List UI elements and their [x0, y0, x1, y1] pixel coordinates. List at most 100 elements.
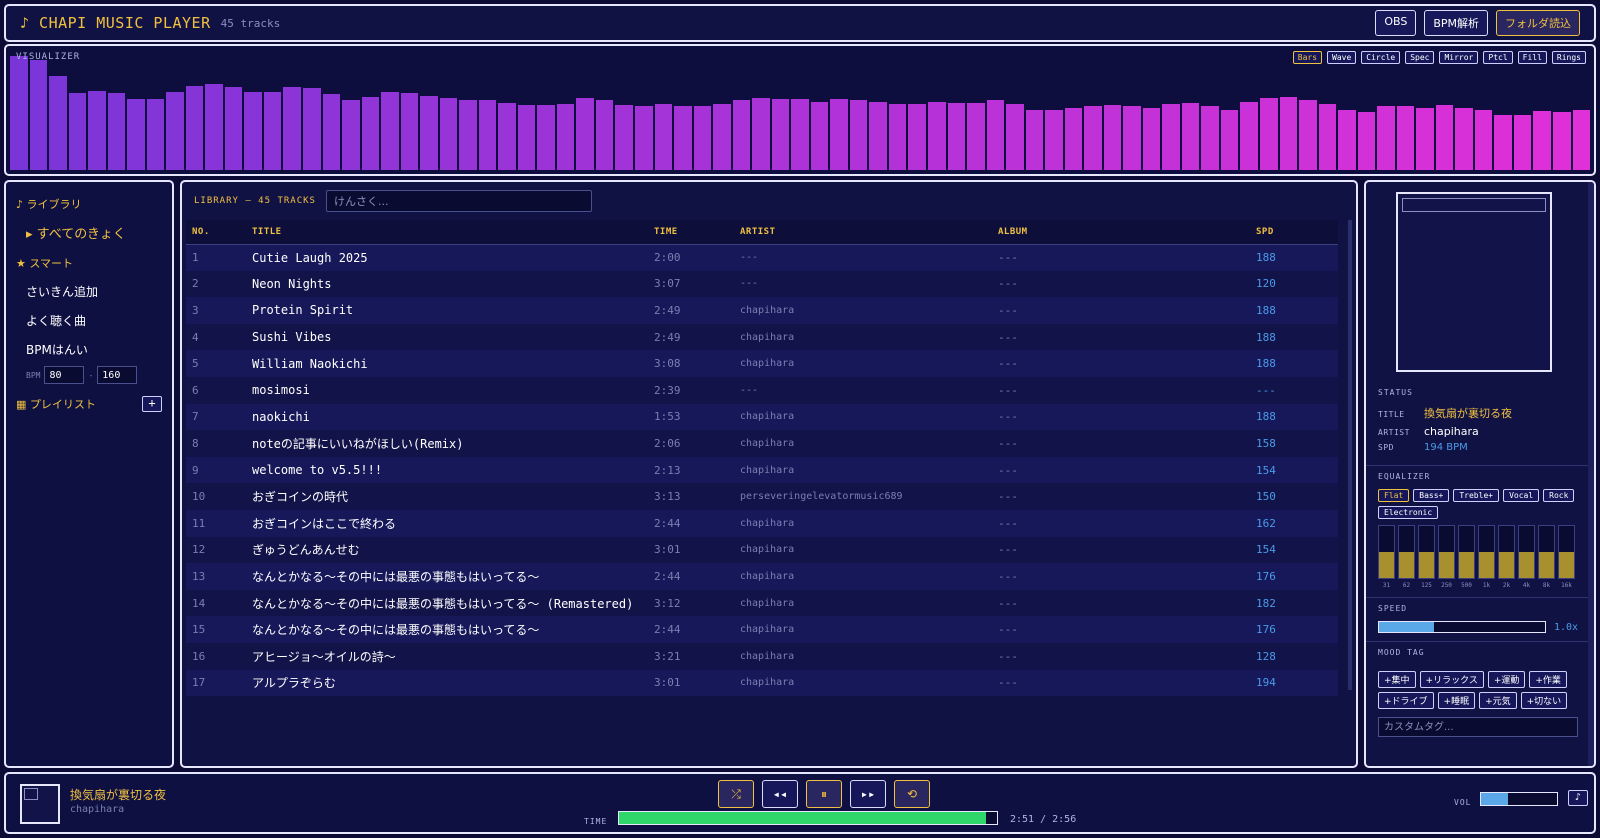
column-header-artist[interactable]: ARTIST [734, 220, 992, 244]
eq-band-slider[interactable] [1558, 525, 1575, 579]
viz-mode-circle[interactable]: Circle [1361, 51, 1401, 64]
progress-bar[interactable] [618, 811, 998, 825]
viz-mode-fill[interactable]: Fill [1517, 51, 1547, 64]
equalizer-heading: EQUALIZER [1378, 472, 1431, 481]
visualizer-bar [107, 93, 126, 170]
custom-tag-input[interactable] [1378, 717, 1578, 737]
mood-tag[interactable]: +切ない [1520, 692, 1568, 709]
track-time: 2:49 [654, 330, 681, 344]
viz-mode-wave[interactable]: Wave [1327, 51, 1357, 64]
track-artist: --- [740, 384, 759, 396]
mood-tag[interactable]: +睡眠 [1437, 692, 1476, 709]
table-row[interactable]: 5 William Naokichi 3:08 chapihara --- 188 [186, 350, 1338, 377]
bpm-min-input[interactable] [44, 366, 85, 384]
eq-band-slider[interactable] [1398, 525, 1415, 579]
table-row[interactable]: 12 ぎゅうどんあんせむ 3:01 chapihara --- 154 [186, 536, 1338, 564]
track-spd: 188 [1256, 330, 1276, 344]
track-list: 1 Cutie Laugh 2025 2:00 --- --- 188 2 Neon Nigh… [186, 244, 1338, 697]
mood-tag[interactable]: +運動 [1487, 671, 1526, 688]
repeat-button[interactable]: ⟲ [894, 780, 930, 808]
table-row[interactable]: 15 なんとかなる〜その中には最悪の事態もはいってる〜 2:44 chapihara -… [186, 616, 1338, 643]
track-spd: 188 [1256, 251, 1276, 265]
pause-button[interactable]: ⏸ [806, 780, 842, 808]
visualizer-bar [888, 104, 907, 170]
sidebar-item-frequent[interactable]: よく聴く曲 [16, 306, 162, 335]
search-input[interactable] [325, 190, 592, 212]
table-row[interactable]: 14 なんとかなる〜その中には最悪の事態もはいってる〜 (Remastered) 3… [186, 589, 1338, 617]
track-title: なんとかなる〜その中には最悪の事態もはいってる〜 (Remastered) [252, 596, 634, 611]
volume-slider[interactable] [1480, 792, 1558, 806]
obs-button[interactable]: OBS [1375, 10, 1417, 36]
eq-preset-treble-plus[interactable]: Treble+ [1453, 489, 1500, 502]
sidebar-item-bpm-range[interactable]: BPMはんい [16, 335, 162, 364]
viz-mode-mirror[interactable]: Mirror [1439, 51, 1479, 64]
table-row[interactable]: 3 Protein Spirit 2:49 chapihara --- 188 [186, 297, 1338, 324]
viz-mode-rings[interactable]: Rings [1551, 51, 1586, 64]
visualizer-bar [1338, 110, 1356, 170]
column-header-time[interactable]: TIME [648, 220, 734, 244]
viz-mode-bars[interactable]: Bars [1292, 51, 1323, 64]
table-row[interactable]: 6 mosimosi 2:39 --- --- --- [186, 376, 1338, 404]
column-header-spd[interactable]: SPD [1250, 220, 1338, 244]
column-header-no[interactable]: NO. [186, 220, 246, 244]
eq-band-slider[interactable] [1438, 525, 1455, 579]
visualizer-bar [1279, 96, 1298, 170]
eq-band-slider[interactable] [1378, 525, 1395, 579]
table-row[interactable]: 4 Sushi Vibes 2:49 chapihara --- 188 [186, 323, 1338, 351]
track-table: NO. TITLE TIME ARTIST ALBUM SPD 1 Cutie L… [186, 220, 1338, 697]
speed-slider[interactable] [1378, 621, 1546, 633]
sidebar-item-recent[interactable]: さいきん追加 [16, 277, 162, 306]
bpm-max-input[interactable] [97, 366, 138, 384]
table-row[interactable]: 16 アヒージョ〜オイルの詩〜 3:21 chapihara --- 128 [186, 642, 1338, 670]
add-playlist-button[interactable]: + [142, 396, 162, 412]
eq-preset-rock[interactable]: Rock [1543, 489, 1575, 502]
eq-band-slider[interactable] [1498, 525, 1515, 579]
viz-mode-ptcl[interactable]: Ptcl [1483, 51, 1513, 64]
table-row[interactable]: 13 なんとかなる〜その中には最悪の事態もはいってる〜 2:44 chapihara -… [186, 563, 1338, 590]
column-header-album[interactable]: ALBUM [992, 220, 1250, 244]
visualizer-bar [1103, 105, 1122, 170]
detail-scrollbar[interactable] [1588, 182, 1594, 766]
shuffle-button[interactable]: ⤮ [718, 780, 754, 808]
eq-band-slider[interactable] [1538, 525, 1555, 579]
visualizer-bar [693, 106, 712, 170]
eq-preset-bass-plus[interactable]: Bass+ [1413, 489, 1450, 502]
column-header-title[interactable]: TITLE [246, 220, 648, 244]
viz-mode-spec[interactable]: Spec [1405, 51, 1435, 64]
table-row[interactable]: 9 welcome to v5.5!!! 2:13 chapihara --- 154 [186, 456, 1338, 484]
eq-band-fill [1519, 552, 1534, 578]
eq-preset-vocal[interactable]: Vocal [1503, 489, 1540, 502]
eq-band-slider[interactable] [1418, 525, 1435, 579]
mood-tag[interactable]: +集中 [1378, 671, 1416, 688]
mood-tag[interactable]: +作業 [1529, 671, 1567, 688]
bpm-analyze-button[interactable]: BPM解析 [1424, 10, 1488, 36]
mood-section: MOOD TAG +集中 +リラックス +運動 +作業 +ドライブ +睡眠 +元気 +切ない [1366, 641, 1594, 745]
track-spd: 176 [1256, 623, 1276, 637]
visualizer-bar [244, 92, 262, 170]
eq-preset-flat[interactable]: Flat [1378, 489, 1410, 502]
table-row[interactable]: 11 おぎコインはここで終わる 2:44 chapihara --- 162 [186, 509, 1338, 537]
load-folder-button[interactable]: フォルダ読込 [1496, 10, 1580, 36]
track-no: 3 [192, 303, 199, 317]
table-row[interactable]: 10 おぎコインの時代 3:13 perseveringelevatormusic68… [186, 483, 1338, 510]
eq-band-slider[interactable] [1478, 525, 1495, 579]
mood-tag[interactable]: +リラックス [1419, 671, 1484, 688]
table-row[interactable]: 7 naokichi 1:53 chapihara --- 188 [186, 403, 1338, 431]
table-row[interactable]: 2 Neon Nights 3:07 --- --- 120 [186, 270, 1338, 298]
mood-tag[interactable]: +ドライブ [1378, 692, 1434, 709]
table-row[interactable]: 8 noteの記事にいいねがほしい(Remix) 2:06 chapihara --- 1… [186, 430, 1338, 457]
volume-note-icon[interactable]: ♪ [1568, 790, 1588, 806]
table-row[interactable]: 1 Cutie Laugh 2025 2:00 --- --- 188 [186, 244, 1338, 271]
previous-button[interactable]: ◂◂ [762, 780, 798, 808]
eq-band-slider[interactable] [1518, 525, 1535, 579]
sidebar-item-all-tracks[interactable]: ▸ すべてのきょく [16, 218, 162, 247]
eq-preset-electronic[interactable]: Electronic [1378, 506, 1439, 519]
library-scrollbar[interactable] [1348, 220, 1352, 690]
time-readout: 2:51 / 2:56 [1010, 814, 1077, 825]
mood-tag[interactable]: +元気 [1479, 692, 1517, 709]
track-album: --- [998, 516, 1018, 530]
eq-band-slider[interactable] [1458, 525, 1475, 579]
table-row[interactable]: 17 アルプラぞらむ 3:01 chapihara --- 194 [186, 669, 1338, 697]
visualizer-bar [1455, 107, 1473, 170]
next-button[interactable]: ▸▸ [850, 780, 886, 808]
